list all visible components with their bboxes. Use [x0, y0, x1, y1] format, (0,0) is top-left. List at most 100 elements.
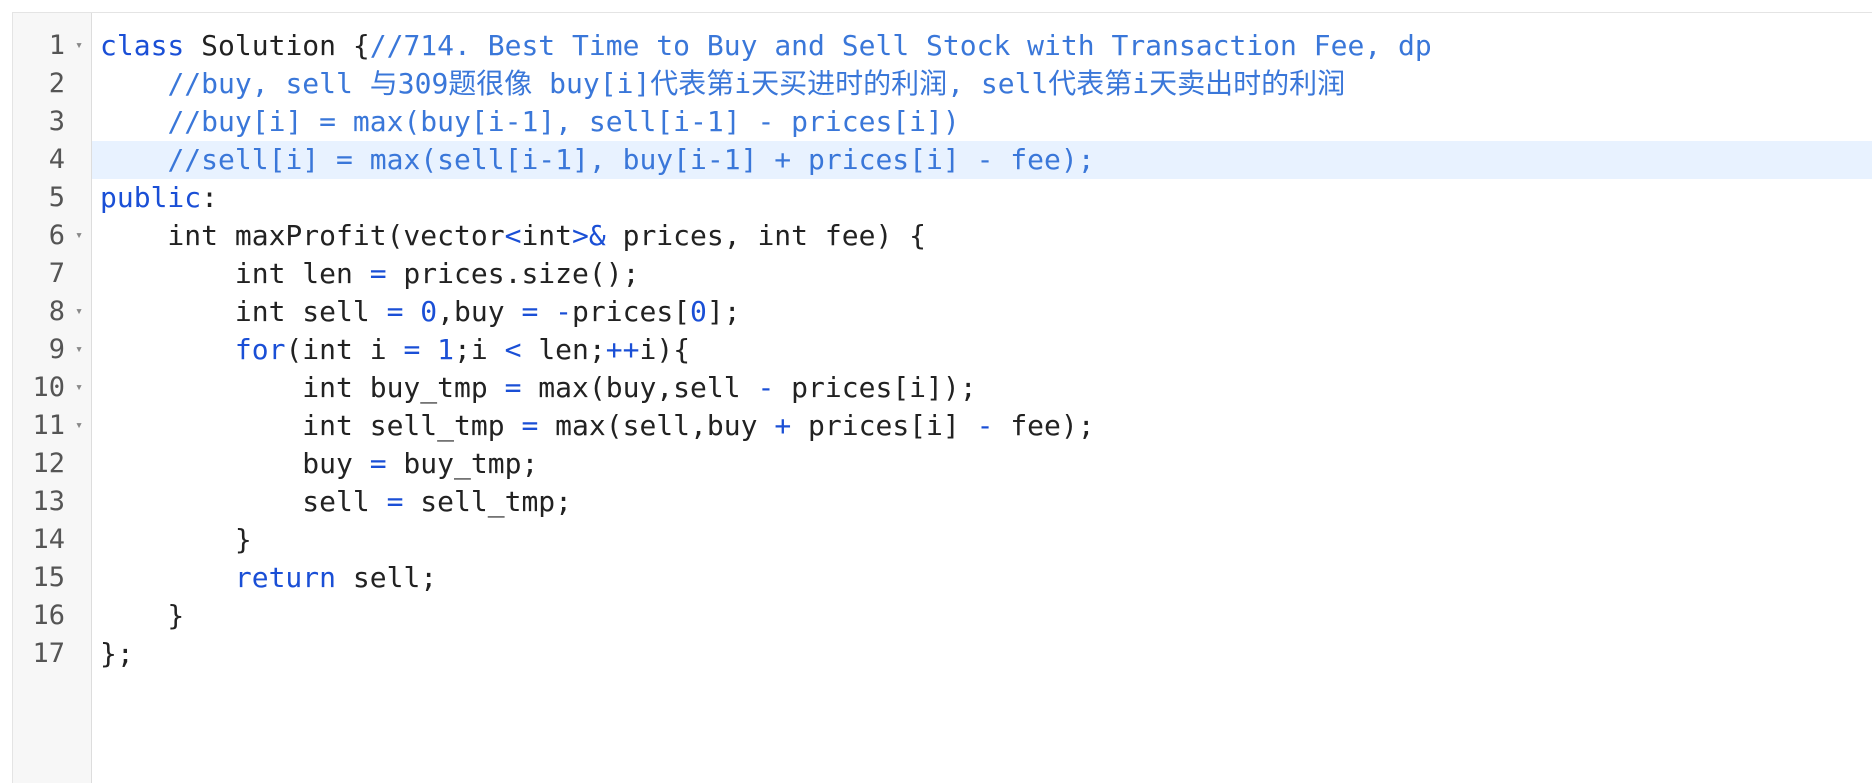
code-line[interactable]: 5 public: [13, 179, 1872, 217]
keyword-token: return [234, 561, 337, 594]
code-token: buy [100, 447, 370, 480]
code-line-text[interactable]: int len = prices.size(); [100, 255, 640, 293]
line-number: 13 [32, 486, 65, 517]
operator-token: - [757, 371, 775, 404]
code-line[interactable]: 9 ▾ for(int i = 1;i < len;++i){ [13, 331, 1872, 369]
fold-toggle-icon[interactable]: ▾ [69, 369, 89, 407]
code-token: prices[i] [791, 409, 977, 442]
code-line[interactable]: 10 ▾ int buy_tmp = max(buy,sell - prices[… [13, 369, 1872, 407]
fold-toggle-icon[interactable]: ▾ [69, 27, 89, 65]
code-line[interactable]: 7 int len = prices.size(); [13, 255, 1872, 293]
code-line-text[interactable]: buy = buy_tmp; [100, 445, 538, 483]
line-number: 4 [48, 144, 65, 175]
code-token: Solution { [184, 29, 370, 62]
number-token: 1 [437, 333, 455, 366]
code-token: sell [100, 485, 387, 518]
code-line-text[interactable]: int buy_tmp = max(buy,sell - prices[i]); [100, 369, 977, 407]
code-line[interactable]: 2 //buy, sell 与309题很像 buy[i]代表第i天买进时的利润,… [13, 65, 1872, 103]
code-token: sell_tmp; [403, 485, 573, 518]
code-token: prices[i]); [774, 371, 977, 404]
operator-token: = [369, 447, 387, 480]
code-line-text[interactable]: class Solution {//714. Best Time to Buy … [100, 27, 1432, 65]
code-line[interactable]: 15 return sell; [13, 559, 1872, 597]
operator-token: = [386, 295, 404, 328]
code-line-text[interactable]: //buy[i] = max(buy[i-1], sell[i-1] - pri… [100, 103, 959, 141]
code-line-area: int sell_tmp = max(sell,buy + prices[i] … [92, 407, 1872, 445]
comment-token: //sell[i] = max(sell[i-1], buy[i-1] + pr… [167, 143, 1095, 176]
operator-token: - [976, 409, 994, 442]
line-number: 9 [48, 334, 65, 365]
code-token: int buy_tmp [100, 371, 505, 404]
code-editor[interactable]: 1 ▾ class Solution {//714. Best Time to Bu… [12, 12, 1872, 783]
code-line-area: int sell = 0,buy = -prices[0]; [92, 293, 1872, 331]
code-token: max(sell,buy [538, 409, 775, 442]
line-number: 2 [48, 68, 65, 99]
code-line[interactable]: 12 buy = buy_tmp; [13, 445, 1872, 483]
code-line-area: } [92, 521, 1872, 559]
code-line-text[interactable]: int sell_tmp = max(sell,buy + prices[i] … [100, 407, 1095, 445]
code-line-area: int maxProfit(vector<int>& prices, int f… [92, 217, 1872, 255]
code-line-text[interactable]: //buy, sell 与309题很像 buy[i]代表第i天买进时的利润, s… [100, 65, 1345, 103]
operator-token: >& [572, 219, 606, 252]
code-line-text[interactable]: sell = sell_tmp; [100, 483, 572, 521]
code-token: }; [100, 637, 134, 670]
code-line[interactable]: 8 ▾ int sell = 0,buy = -prices[0]; [13, 293, 1872, 331]
code-line[interactable]: 13 sell = sell_tmp; [13, 483, 1872, 521]
fold-toggle-icon[interactable]: ▾ [69, 293, 89, 331]
code-line-text[interactable]: } [100, 521, 252, 559]
line-number: 5 [48, 182, 65, 213]
operator-token: < [504, 219, 522, 252]
code-line[interactable]: 3 //buy[i] = max(buy[i-1], sell[i-1] - p… [13, 103, 1872, 141]
line-number: 1 [48, 30, 65, 61]
code-line-text[interactable]: int maxProfit(vector<int>& prices, int f… [100, 217, 926, 255]
code-token: int [521, 219, 573, 252]
line-number: 11 [32, 410, 65, 441]
code-line-text[interactable]: return sell; [100, 559, 437, 597]
code-line[interactable]: 16 } [13, 597, 1872, 635]
operator-token: + [774, 409, 792, 442]
code-line[interactable]: 6 ▾ int maxProfit(vector<int>& prices, in… [13, 217, 1872, 255]
fold-toggle-icon[interactable]: ▾ [69, 331, 89, 369]
code-line[interactable]: 1 ▾ class Solution {//714. Best Time to Bu… [13, 27, 1872, 65]
operator-token: ++ [605, 333, 640, 366]
number-token: 0 [420, 295, 438, 328]
code-line-area: //sell[i] = max(sell[i-1], buy[i-1] + pr… [92, 141, 1872, 179]
number-token: 0 [690, 295, 707, 328]
code-line-text[interactable]: int sell = 0,buy = -prices[0]; [100, 293, 741, 331]
code-token: ;i [454, 333, 505, 366]
line-number: 15 [32, 562, 65, 593]
code-token: int sell [100, 295, 387, 328]
code-line[interactable]: 17}; [13, 635, 1872, 673]
code-line-area: }; [92, 635, 1872, 673]
code-line[interactable]: 4 //sell[i] = max(sell[i-1], buy[i-1] + … [13, 141, 1872, 179]
code-token: : [201, 181, 219, 214]
code-token: fee); [993, 409, 1095, 442]
fold-toggle-icon[interactable]: ▾ [69, 217, 89, 255]
code-token: int maxProfit(vector [100, 219, 505, 252]
code-token: int len [100, 257, 370, 290]
line-number: 6 [48, 220, 65, 251]
code-token: len; [521, 333, 606, 366]
code-line[interactable]: 11 ▾ int sell_tmp = max(sell,buy + prices… [13, 407, 1872, 445]
comment-token: //714. Best Time to Buy and Sell Stock w… [369, 29, 1432, 62]
code-line-text[interactable]: for(int i = 1;i < len;++i){ [100, 331, 690, 369]
line-number: 10 [32, 372, 65, 403]
keyword-token: class [100, 29, 185, 62]
code-line-area: class Solution {//714. Best Time to Buy … [92, 27, 1872, 65]
line-number: 16 [32, 600, 65, 631]
code-line-area: return sell; [92, 559, 1872, 597]
code-line[interactable]: 14 } [13, 521, 1872, 559]
fold-toggle-icon[interactable]: ▾ [69, 407, 89, 445]
line-number: 7 [48, 258, 65, 289]
code-line-text[interactable]: } [100, 597, 184, 635]
code-line-area: } [92, 597, 1872, 635]
code-line-text[interactable]: }; [100, 635, 134, 673]
code-line-text[interactable]: public: [100, 179, 218, 217]
operator-token: = [403, 333, 421, 366]
code-token: ]; [706, 295, 741, 328]
code-line-text[interactable]: //sell[i] = max(sell[i-1], buy[i-1] + pr… [100, 141, 1095, 179]
